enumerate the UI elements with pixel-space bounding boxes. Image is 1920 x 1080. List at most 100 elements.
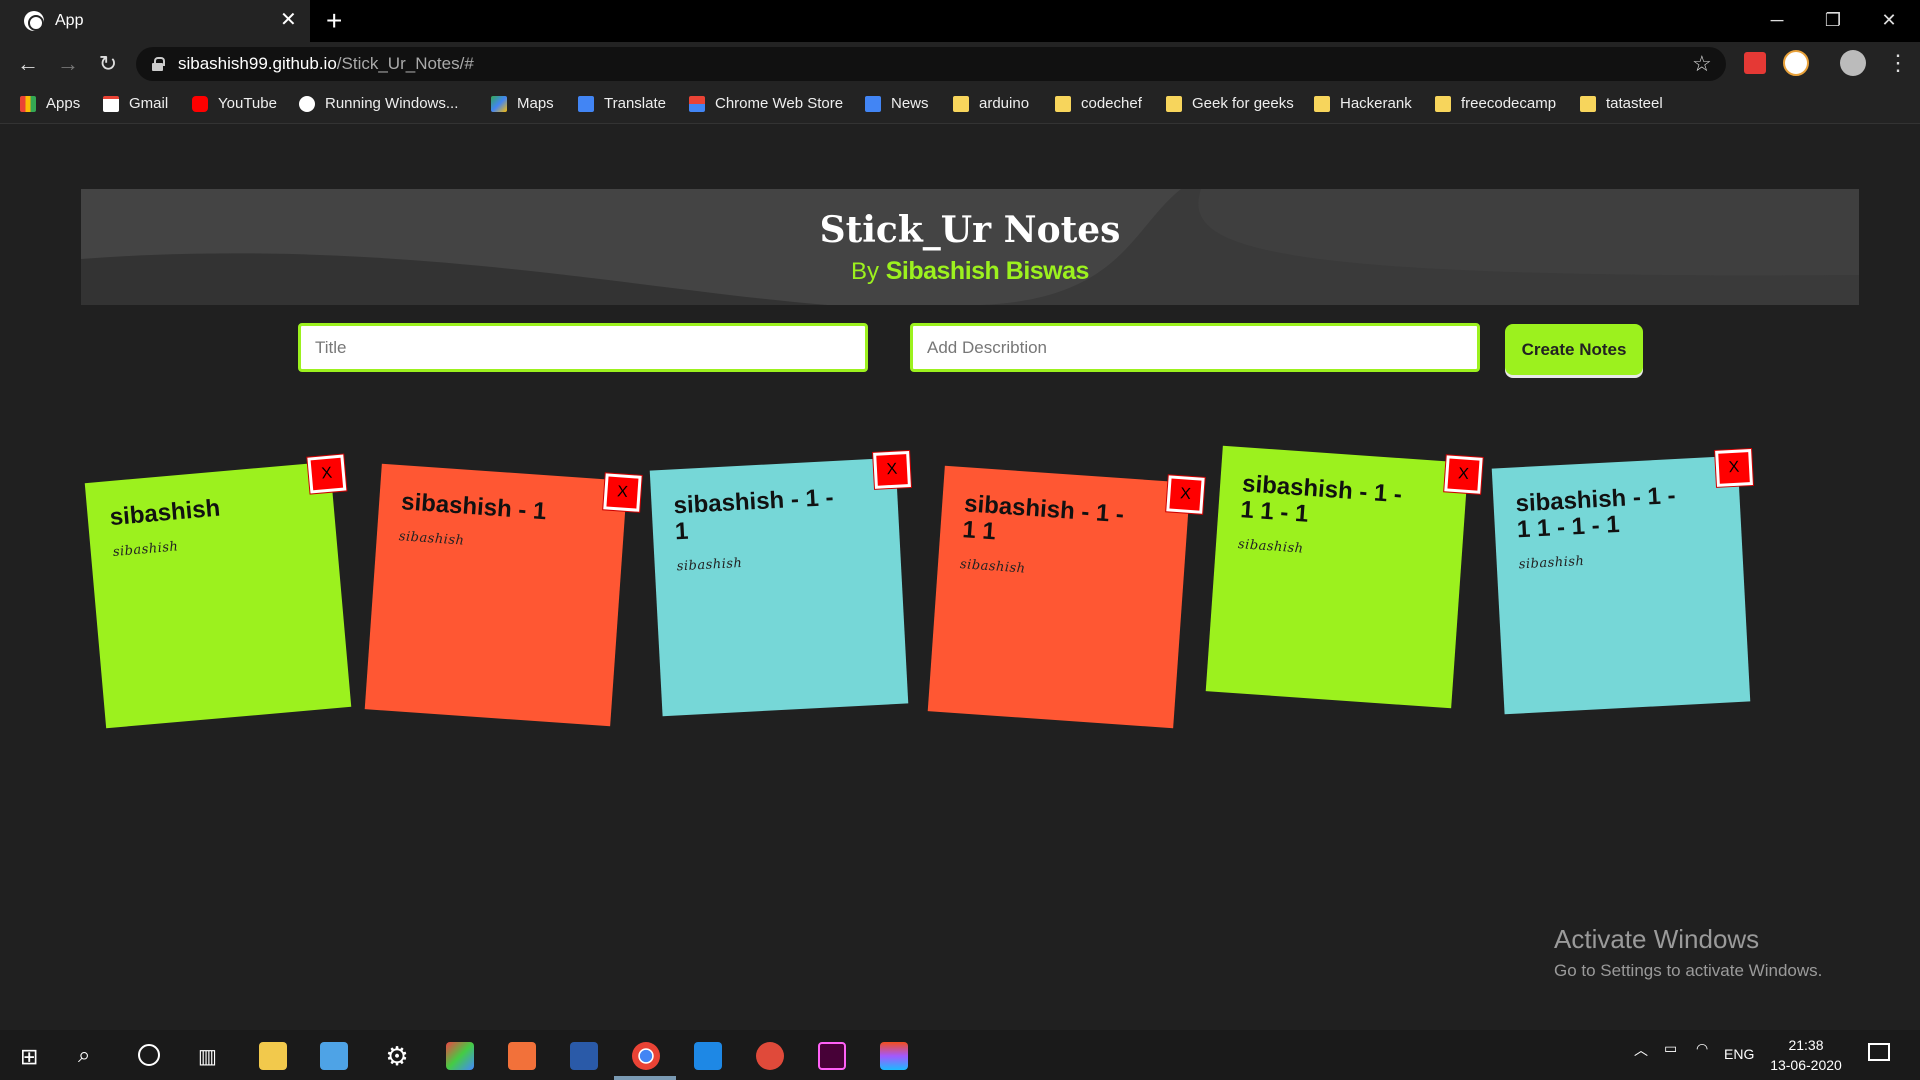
tab-strip: App ✕ + ─ ❐ ✕ [0,0,1920,42]
lock-icon[interactable] [152,57,165,71]
folder-icon [1580,95,1596,112]
bookmark-geek-for-geeks[interactable]: Geek for geeks [1166,95,1294,112]
delete-note-button[interactable]: X [1166,475,1205,514]
url-path: /Stick_Ur_Notes/# [336,54,474,73]
bookmark-news[interactable]: News [865,95,929,112]
cortana-icon[interactable] [138,1044,160,1066]
delete-note-button[interactable]: X [307,454,347,494]
bookmark-freecodecamp[interactable]: freecodecamp [1435,95,1556,112]
browser-tab[interactable]: App ✕ [0,0,310,42]
bookmark-label: Running Windows... [325,95,459,112]
note-card: sibashish - 1 - 1 sibashish X [649,451,911,717]
figma-icon[interactable] [880,1042,908,1070]
close-tab-icon[interactable]: ✕ [280,8,297,32]
bookmark-label: Translate [604,95,666,112]
bookmark-translate[interactable]: Translate [578,95,666,112]
media-player-icon[interactable] [320,1042,348,1070]
author-name: Sibashish Biswas [885,257,1090,285]
new-tab-button[interactable]: + [326,6,342,36]
tab-title: App [55,12,84,29]
battery-icon[interactable]: ▭ [1664,1040,1677,1057]
close-window-button[interactable]: ✕ [1866,6,1912,34]
bookmark-label: freecodecamp [1461,95,1557,112]
address-bar[interactable]: sibashish99.github.io/Stick_Ur_Notes/# ☆ [136,47,1726,81]
task-view-icon[interactable]: ▥ [198,1044,217,1069]
folder-icon [1314,95,1330,112]
bookmark-gmail[interactable]: Gmail [103,95,168,112]
bookmark-apps[interactable]: Apps [20,95,80,112]
windows-taskbar: ⊞ ⌕ ▥ ⚙ ︿ ▭ ◠ ENG 21:38 13-06-2020 [0,1030,1920,1080]
note-title: sibashish - 1 - 1 1 [961,490,1125,546]
title-input[interactable] [298,323,868,372]
bookmark-label: News [891,95,929,112]
reload-button[interactable]: ↻ [94,50,122,78]
bookmark-youtube[interactable]: YouTube [192,95,277,112]
extension-icon[interactable] [1744,52,1766,74]
bookmark-label: Geek for geeks [1192,95,1294,112]
byline: By Sibashish Biswas [81,257,1859,286]
bookmark-star-icon[interactable]: ☆ [1692,51,1712,77]
wifi-icon[interactable]: ◠ [1696,1040,1708,1057]
bookmark-hackerank[interactable]: Hackerank [1314,95,1412,112]
bookmark-arduino[interactable]: arduino [953,95,1029,112]
delete-note-button[interactable]: X [873,451,911,489]
xampp-icon[interactable] [508,1042,536,1070]
description-input[interactable] [910,323,1480,372]
create-notes-button[interactable]: Create Notes [1505,324,1643,375]
folder-icon [1166,95,1182,112]
notification-center-icon[interactable] [1868,1043,1890,1061]
back-button[interactable]: ← [14,50,42,78]
delete-note-button[interactable]: X [603,473,642,512]
bookmarks-bar: Apps Gmail YouTube Running Windows... Ma… [0,86,1920,124]
translate-icon [578,95,594,112]
restore-button[interactable]: ❐ [1810,6,1856,34]
language-indicator[interactable]: ENG [1724,1046,1754,1062]
maps-icon [491,95,507,112]
bookmark-label: codechef [1081,95,1142,112]
vscode-icon[interactable] [694,1042,722,1070]
youtube-icon [192,95,208,112]
windows-start-icon[interactable]: ⊞ [20,1044,38,1070]
chrome-icon[interactable] [632,1042,660,1070]
globe-icon [299,95,315,112]
bookmark-label: tatasteel [1606,95,1663,112]
web-store-icon [689,95,705,112]
bookmark-label: Apps [46,95,81,112]
note-description: sibashish [676,555,743,575]
clock-time: 21:38 [1788,1037,1824,1053]
profile-avatar[interactable] [1840,50,1866,76]
minimize-button[interactable]: ─ [1754,6,1800,34]
bookmark-running-windows[interactable]: Running Windows... [299,95,458,112]
app-header: Stick_Ur Notes By Sibashish Biswas [81,189,1859,305]
note-description: sibashish [1237,537,1305,557]
bookmark-label: Chrome Web Store [715,95,844,112]
dev-cpp-icon[interactable] [570,1042,598,1070]
note-card: sibashish - 1 sibashish X [364,463,642,727]
delete-note-button[interactable]: X [1715,449,1753,487]
delete-note-button[interactable]: X [1444,455,1483,494]
note-title: sibashish - 1 - 1 1 - 1 - 1 [1514,482,1677,544]
adobe-xd-icon[interactable] [818,1042,846,1070]
note-description: sibashish [1518,553,1585,573]
bookmark-maps[interactable]: Maps [491,95,554,112]
postman-icon[interactable] [756,1042,784,1070]
note-title: sibashish [108,494,222,532]
bookmark-chrome-web-store[interactable]: Chrome Web Store [689,95,843,112]
apps-grid-icon [20,95,36,112]
taskbar-clock[interactable]: 21:38 13-06-2020 [1766,1035,1846,1075]
url-text[interactable]: sibashish99.github.io/Stick_Ur_Notes/# [178,54,474,74]
browser-toolbar: ← → ↻ sibashish99.github.io/Stick_Ur_Not… [0,42,1920,86]
css-extension-icon[interactable] [1783,50,1809,76]
menu-kebab-icon[interactable]: ⋮ [1887,50,1909,76]
globe-icon [24,11,44,31]
tray-chevron-icon[interactable]: ︿ [1634,1040,1648,1060]
file-explorer-icon[interactable] [259,1042,287,1070]
note-title: sibashish - 1 [400,488,548,526]
bookmark-codechef[interactable]: codechef [1055,95,1142,112]
search-icon[interactable]: ⌕ [78,1042,90,1068]
settings-gear-icon[interactable]: ⚙ [383,1042,411,1070]
bookmark-tatasteel[interactable]: tatasteel [1580,95,1663,112]
active-app-indicator [614,1076,676,1080]
forward-button[interactable]: → [54,50,82,78]
git-app-icon[interactable] [446,1042,474,1070]
